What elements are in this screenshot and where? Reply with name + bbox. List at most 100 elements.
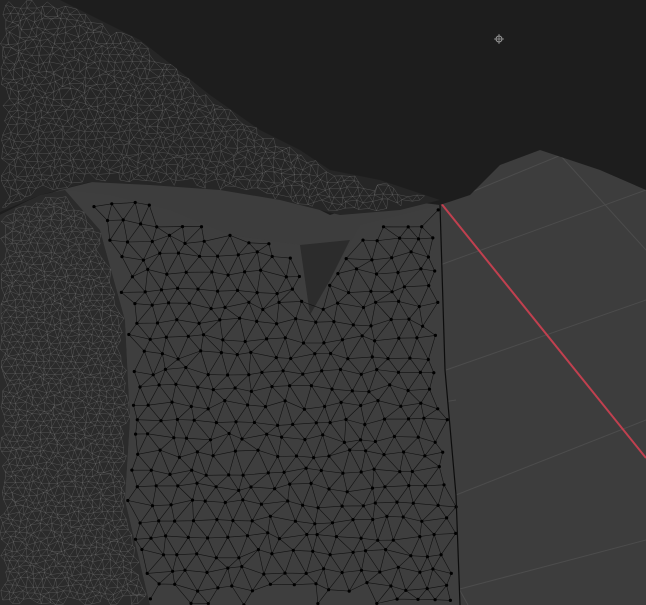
mesh-vertex — [419, 267, 423, 271]
mesh-vertex — [406, 225, 410, 229]
mesh-vertex — [313, 522, 317, 526]
mesh-vertex — [388, 383, 392, 387]
mesh-vertex — [121, 218, 125, 222]
mesh-vertex — [342, 440, 346, 444]
mesh-vertex — [359, 470, 363, 474]
mesh-vertex — [203, 499, 207, 503]
mesh-vertex — [191, 519, 196, 523]
mesh-vertex — [294, 317, 298, 321]
mesh-vertex — [146, 432, 150, 436]
mesh-vertex — [149, 468, 153, 472]
mesh-vertex — [262, 572, 266, 576]
mesh-vertex — [227, 473, 231, 477]
mesh-vertex — [265, 432, 269, 436]
mesh-vertex — [369, 289, 373, 293]
mesh-vertex — [218, 318, 222, 322]
mesh-vertex — [436, 208, 440, 212]
mesh-vertex — [190, 498, 195, 502]
mesh-vertex — [246, 403, 250, 407]
mesh-vertex — [275, 292, 279, 296]
mesh-vertex — [409, 554, 413, 558]
mesh-vertex — [195, 450, 199, 454]
mesh-vertex — [293, 519, 297, 523]
mesh-vertex — [274, 356, 278, 360]
mesh-vertex — [395, 500, 399, 504]
mesh-vertex — [303, 437, 307, 442]
mesh-vertex — [354, 267, 359, 271]
mesh-vertex — [190, 468, 194, 472]
mesh-vertex — [436, 300, 440, 304]
mesh-vertex — [255, 291, 259, 295]
mesh-vertex — [392, 434, 396, 439]
mesh-vertex — [416, 435, 420, 439]
3d-viewport[interactable] — [0, 0, 646, 605]
mesh-vertex — [314, 320, 318, 324]
mesh-vertex — [206, 373, 210, 377]
mesh-vertex — [233, 449, 237, 453]
mesh-vertex — [375, 239, 379, 243]
mesh-vertex — [304, 466, 308, 470]
mesh-vertex — [385, 514, 389, 519]
3d-cursor-icon[interactable] — [494, 34, 504, 44]
mesh-vertex — [382, 417, 387, 421]
mesh-vertex — [359, 372, 363, 376]
mesh-vertex — [240, 437, 244, 441]
mesh-vertex — [363, 422, 367, 427]
mesh-vertex — [108, 238, 112, 242]
mesh-vertex — [172, 436, 176, 440]
mesh-vertex — [396, 370, 401, 374]
mesh-vertex — [327, 454, 331, 458]
mesh-vertex — [363, 549, 368, 553]
mesh-vertex — [175, 553, 179, 557]
mesh-vertex — [418, 570, 422, 574]
mesh-vertex — [228, 233, 232, 237]
mesh-vertex — [376, 538, 380, 542]
mesh-vertex — [420, 225, 424, 229]
mesh-vertex — [351, 323, 355, 327]
mesh-vertex — [359, 438, 363, 442]
mesh-vertex — [175, 318, 179, 322]
mesh-vertex — [199, 349, 203, 353]
mesh-vertex — [361, 305, 366, 310]
mesh-vertex — [416, 597, 420, 602]
mesh-vertex — [390, 256, 394, 260]
mesh-vertex — [110, 202, 114, 206]
mesh-vertex — [196, 287, 200, 291]
mesh-vertex — [223, 399, 227, 403]
mesh-vertex — [195, 481, 199, 485]
mesh-vertex — [439, 553, 443, 557]
mesh-vertex — [186, 334, 190, 338]
mesh-vertex — [301, 503, 305, 507]
mesh-vertex — [283, 571, 287, 575]
mesh-vertex — [231, 519, 235, 523]
mesh-vertex — [390, 290, 394, 294]
mesh-vertex — [373, 339, 377, 343]
mesh-vertex — [396, 270, 400, 275]
mesh-vertex — [266, 531, 270, 535]
mesh-vertex — [226, 373, 230, 377]
viewport-scene[interactable] — [0, 0, 646, 605]
mesh-vertex — [420, 519, 424, 523]
mesh-vertex — [316, 506, 320, 510]
mesh-vertex — [160, 352, 164, 356]
mesh-vertex — [138, 521, 142, 525]
mesh-vertex — [141, 258, 145, 262]
mesh-vertex — [241, 473, 245, 477]
mesh-vertex — [92, 205, 96, 209]
mesh-vertex — [266, 471, 270, 475]
mesh-vertex — [398, 470, 402, 474]
mesh-vertex — [433, 333, 437, 337]
mesh-vertex — [159, 419, 163, 423]
mesh-vertex — [145, 571, 149, 576]
mesh-vertex — [235, 353, 239, 357]
mesh-vertex — [130, 275, 134, 279]
mesh-vertex — [140, 547, 144, 552]
mesh-vertex — [416, 237, 421, 241]
mesh-vertex — [146, 267, 150, 271]
mesh-vertex — [226, 273, 230, 277]
mesh-vertex — [276, 454, 280, 459]
mesh-vertex — [348, 448, 352, 452]
mesh-vertex — [280, 435, 284, 439]
mesh-vertex — [391, 538, 395, 542]
mesh-vertex — [256, 448, 260, 452]
